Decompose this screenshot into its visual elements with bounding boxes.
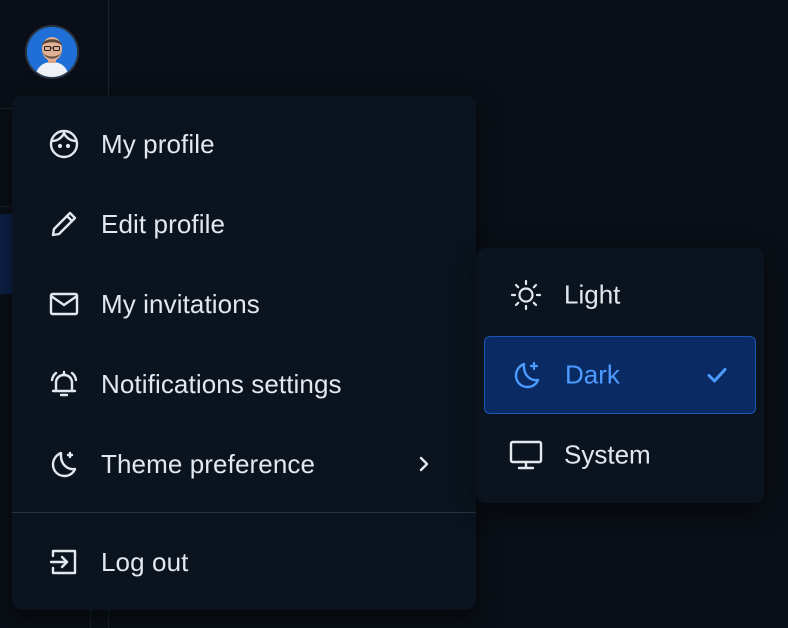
theme-submenu: Light Dark System: [476, 248, 764, 503]
theme-option-light[interactable]: Light: [484, 256, 756, 334]
menu-item-label: Notifications settings: [101, 368, 342, 399]
theme-option-label: Light: [564, 279, 621, 310]
logout-label: Log out: [101, 546, 189, 577]
check-icon: [705, 363, 729, 387]
menu-item-my-profile[interactable]: My profile: [12, 104, 476, 184]
sun-icon: [508, 277, 544, 313]
theme-option-system[interactable]: System: [484, 416, 756, 494]
logout-button[interactable]: Log out: [12, 522, 476, 602]
theme-option-dark[interactable]: Dark: [484, 336, 756, 414]
moon-icon: [46, 446, 82, 482]
menu-item-theme-preference[interactable]: Theme preference: [12, 424, 476, 504]
menu-item-edit-profile[interactable]: Edit profile: [12, 184, 476, 264]
logout-icon: [46, 544, 82, 580]
sidebar-active-indicator: [0, 214, 12, 294]
monitor-icon: [508, 437, 544, 473]
menu-item-notifications-settings[interactable]: Notifications settings: [12, 344, 476, 424]
menu-item-label: Edit profile: [101, 208, 226, 239]
user-menu: My profile Edit profile My invitations N…: [12, 96, 476, 610]
menu-divider: [12, 512, 476, 513]
face-icon: [46, 126, 82, 162]
pencil-icon: [46, 206, 82, 242]
bell-icon: [46, 366, 82, 402]
avatar-photo: [27, 27, 77, 77]
menu-item-label: My profile: [101, 128, 215, 159]
menu-item-label: Theme preference: [101, 448, 316, 479]
theme-option-label: System: [564, 439, 651, 470]
theme-option-label: Dark: [565, 359, 620, 390]
mail-icon: [46, 286, 82, 322]
menu-item-label: My invitations: [101, 288, 260, 319]
chevron-right-icon: [412, 452, 436, 476]
menu-item-my-invitations[interactable]: My invitations: [12, 264, 476, 344]
avatar[interactable]: [25, 25, 79, 79]
moon-star-icon: [509, 357, 545, 393]
